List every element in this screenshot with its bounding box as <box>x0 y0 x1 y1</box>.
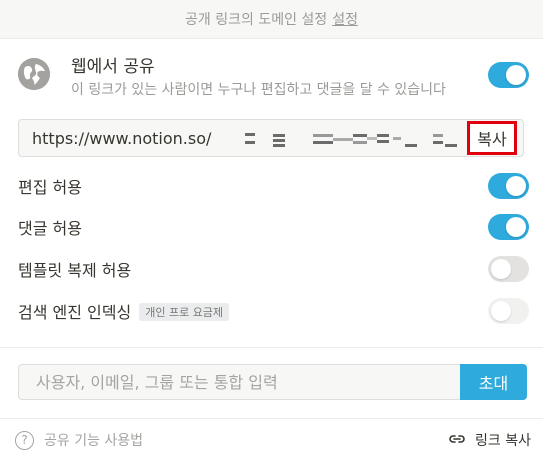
sharing-help-label: 공유 기능 사용법 <box>44 433 144 449</box>
search-indexing-row: 검색 엔진 인덱싱 개인 프로 요금제 <box>18 299 230 323</box>
redacted-url-path <box>245 128 459 150</box>
allow-duplicate-template-toggle[interactable] <box>488 256 529 282</box>
copy-link-label: 링크 복사 <box>475 433 531 449</box>
toggle-knob <box>491 301 511 321</box>
share-to-web-title: 웹에서 공유 <box>71 57 155 77</box>
question-circle-icon: ? <box>15 430 34 450</box>
copy-url-button[interactable]: 복사 <box>467 121 517 155</box>
share-to-web-row: 웹에서 공유 이 링크가 있는 사람이면 누구나 편집하고 댓글을 달 수 있습… <box>0 39 543 111</box>
link-icon <box>447 431 467 450</box>
toggle-knob <box>506 65 526 85</box>
invite-input[interactable] <box>18 364 460 400</box>
invite-button[interactable]: 초대 <box>460 364 527 400</box>
allow-comment-label: 댓글 허용 <box>18 219 82 238</box>
allow-edit-label: 편집 허용 <box>18 178 82 197</box>
allow-duplicate-template-label: 템플릿 복제 허용 <box>18 261 132 280</box>
search-indexing-toggle <box>488 298 529 324</box>
domain-settings-banner: 공개 링크의 도메인 설정 설정 <box>0 0 543 39</box>
toggle-knob <box>491 259 511 279</box>
plan-badge: 개인 프로 요금제 <box>139 303 230 321</box>
public-url-field[interactable]: https://www.notion.so/ <box>18 119 524 157</box>
toggle-knob <box>506 176 526 196</box>
footer-divider <box>0 418 543 419</box>
toggle-knob <box>506 217 526 237</box>
share-to-web-toggle[interactable] <box>488 62 529 88</box>
sharing-help-link[interactable]: ? 공유 기능 사용법 <box>15 429 143 451</box>
banner-text: 공개 링크의 도메인 설정 <box>185 12 328 28</box>
globe-icon <box>18 58 50 90</box>
allow-edit-toggle[interactable] <box>488 173 529 199</box>
copy-link-button[interactable]: 링크 복사 <box>447 429 531 451</box>
share-to-web-description: 이 링크가 있는 사람이면 누구나 편집하고 댓글을 달 수 있습니다 <box>71 82 446 98</box>
allow-comment-toggle[interactable] <box>488 214 529 240</box>
banner-settings-link[interactable]: 설정 <box>332 9 358 29</box>
public-url-text: https://www.notion.so/ <box>32 129 212 148</box>
search-indexing-label: 검색 엔진 인덱싱 <box>18 303 132 322</box>
section-divider <box>0 347 543 348</box>
